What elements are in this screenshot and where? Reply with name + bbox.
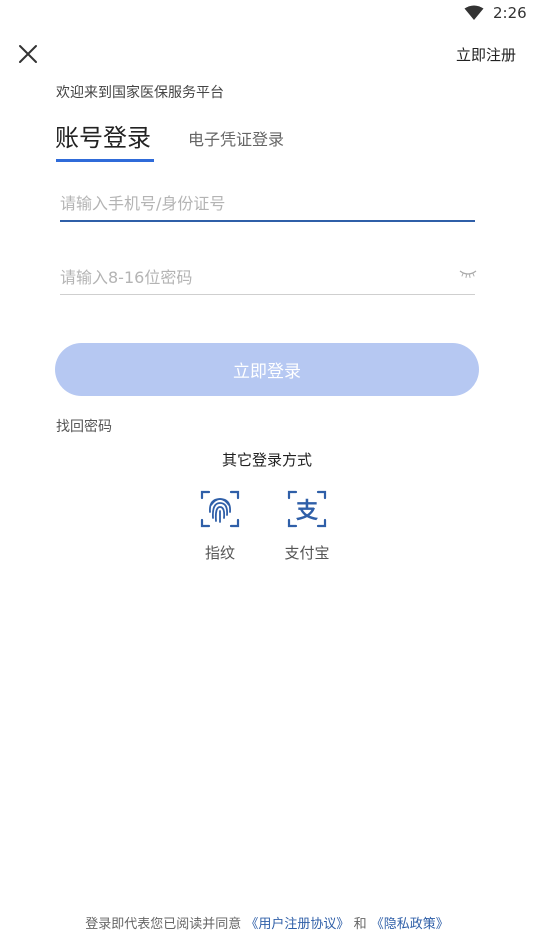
close-icon[interactable] (14, 40, 42, 68)
phone-id-input[interactable] (60, 188, 474, 218)
alipay-login-button[interactable]: 支 支付宝 (272, 488, 342, 563)
status-bar: 2:26 (0, 0, 534, 30)
privacy-policy-link[interactable]: 《隐私政策》 (371, 917, 449, 932)
login-screen: 2:26 立即注册 欢迎来到国家医保服务平台 账号登录 电子凭证登录 立即登录 … (0, 0, 534, 949)
eye-closed-icon[interactable] (459, 269, 477, 279)
agreement-footer: 登录即代表您已阅读并同意 《用户注册协议》 和 《隐私政策》 (0, 913, 534, 932)
register-link[interactable]: 立即注册 (456, 44, 516, 65)
password-input-underline (60, 294, 475, 295)
agreement-and: 和 (353, 917, 367, 932)
login-button[interactable]: 立即登录 (55, 343, 479, 396)
active-tab-indicator (56, 159, 154, 162)
alipay-icon: 支 (287, 490, 327, 528)
tab-account-login[interactable]: 账号登录 (55, 118, 151, 153)
user-agreement-link[interactable]: 《用户注册协议》 (245, 917, 349, 932)
phone-input-underline (60, 220, 475, 222)
wifi-icon (464, 5, 484, 20)
alipay-label: 支付宝 (284, 544, 330, 562)
fingerprint-icon (200, 490, 240, 528)
tab-ecert-login[interactable]: 电子凭证登录 (188, 126, 284, 150)
fingerprint-login-button[interactable]: 指纹 (185, 488, 255, 563)
other-login-title: 其它登录方式 (221, 451, 312, 469)
fingerprint-label: 指纹 (204, 544, 235, 562)
forgot-password-link[interactable]: 找回密码 (56, 416, 112, 436)
welcome-text: 欢迎来到国家医保服务平台 (56, 85, 224, 101)
password-input[interactable] (60, 262, 450, 292)
status-time: 2:26 (493, 4, 527, 22)
agreement-prefix: 登录即代表您已阅读并同意 (85, 917, 242, 932)
svg-text:支: 支 (296, 499, 319, 524)
